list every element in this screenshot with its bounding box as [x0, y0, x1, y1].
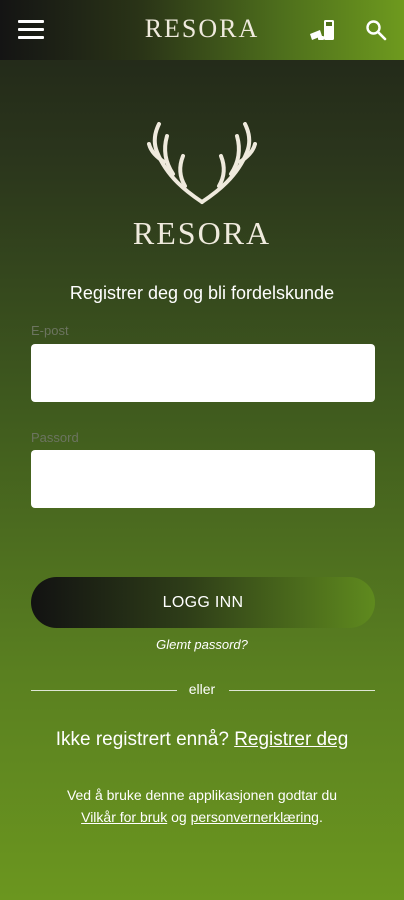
- password-label: Passord: [31, 430, 79, 445]
- brand-logo: [0, 122, 404, 207]
- divider-text: eller: [188, 681, 216, 697]
- register-prompt-row: Ikke registrert ennå? Registrer deg: [0, 729, 404, 751]
- terms-conjunction: og: [171, 809, 187, 825]
- terms-notice: Ved å bruke denne applikasjonen godtar d…: [20, 784, 384, 828]
- form-headline: Registrer deg og bli fordelskunde: [69, 283, 335, 303]
- privacy-policy-link[interactable]: personvernerklæring: [191, 809, 319, 825]
- terms-text: Ved å bruke denne applikasjonen godtar d…: [66, 787, 338, 803]
- antlers-logo-icon: [147, 122, 257, 204]
- email-label: E-post: [31, 323, 69, 338]
- search-icon[interactable]: [364, 18, 388, 42]
- top-app-bar: RESORA: [0, 0, 404, 60]
- login-button[interactable]: LOGG INN: [31, 577, 375, 628]
- forgot-password-link[interactable]: Glemt passord?: [0, 637, 404, 652]
- password-field[interactable]: [31, 450, 375, 508]
- terms-end: .: [318, 809, 323, 825]
- register-link[interactable]: Registrer deg: [234, 729, 348, 750]
- cart-icon[interactable]: [308, 18, 336, 42]
- register-prompt-text: Ikke registrert ennå?: [55, 729, 229, 750]
- terms-of-use-link[interactable]: Vilkår for bruk: [81, 809, 167, 825]
- email-field[interactable]: [31, 344, 375, 402]
- logo-wordmark: RESORA: [132, 215, 272, 251]
- header-brand-title: RESORA: [144, 14, 260, 43]
